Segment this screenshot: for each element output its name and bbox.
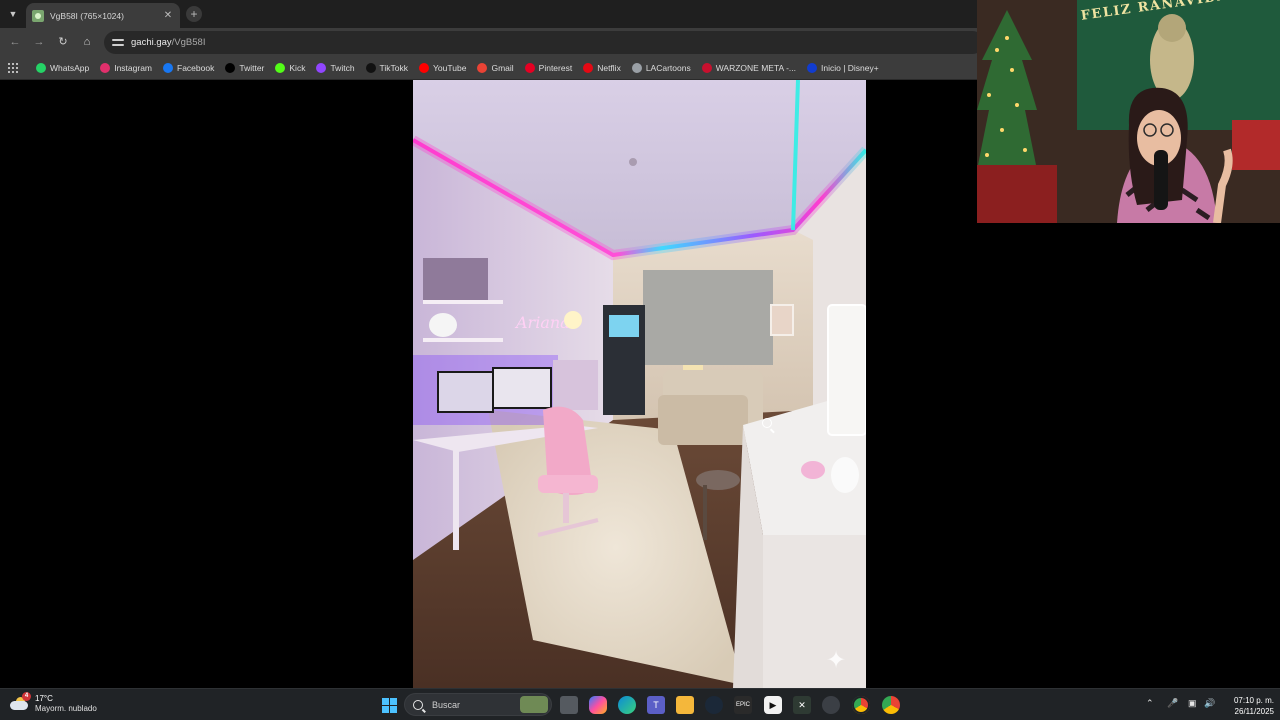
- teams-icon[interactable]: T: [647, 696, 665, 714]
- screen: ▼ VgB58I (765×1024) ✕ + ← → ↻ ⌂ gachi.ga…: [0, 0, 1280, 720]
- forward-icon[interactable]: →: [32, 35, 46, 49]
- bookmark-item[interactable]: Instagram: [100, 62, 153, 73]
- bookmark-label: WhatsApp: [50, 62, 90, 73]
- new-tab-button[interactable]: +: [186, 6, 202, 22]
- back-icon[interactable]: ←: [8, 35, 22, 49]
- copilot-icon[interactable]: [589, 696, 607, 714]
- bookmark-item[interactable]: Gmail: [477, 62, 514, 73]
- x-icon: [225, 62, 236, 73]
- sparkle-icon: ✦: [826, 647, 847, 674]
- tab-close-icon[interactable]: ✕: [162, 10, 174, 21]
- weather-badge: 4: [22, 692, 31, 701]
- bookmark-item[interactable]: Twitch: [316, 62, 355, 73]
- active-tab[interactable]: VgB58I (765×1024) ✕: [26, 3, 180, 28]
- bookmark-label: Pinterest: [538, 62, 573, 73]
- chrome-profile-icon[interactable]: [882, 696, 900, 714]
- apps-grid-icon[interactable]: [8, 62, 18, 73]
- url-domain: gachi.gay: [131, 37, 172, 48]
- task-view-icon[interactable]: [560, 696, 578, 714]
- webcam-image: [977, 0, 1280, 223]
- search-highlight-icon: [520, 696, 548, 713]
- epic-games-icon[interactable]: EPIC: [734, 696, 752, 714]
- search-placeholder: Buscar: [432, 699, 461, 710]
- twitch-icon: [316, 62, 327, 73]
- bookmark-item[interactable]: LACartoons: [631, 62, 691, 73]
- capcut-icon[interactable]: ▶: [764, 696, 782, 714]
- search-icon: [413, 699, 423, 710]
- netflix-icon: [583, 62, 594, 73]
- tray-chevron-icon[interactable]: ⌃: [1146, 698, 1154, 709]
- site-info-icon[interactable]: [112, 38, 124, 48]
- bookmark-item[interactable]: Kick: [275, 62, 306, 73]
- bookmark-label: Gmail: [491, 62, 514, 73]
- youtube-icon: [419, 62, 430, 73]
- tab-search-icon[interactable]: ▼: [4, 5, 22, 23]
- bookmark-label: Twitter: [239, 62, 265, 73]
- file-explorer-icon[interactable]: [676, 696, 694, 714]
- bookmark-item[interactable]: Inicio | Disney+: [807, 62, 879, 73]
- xbox-icon[interactable]: ✕: [793, 696, 811, 714]
- pinterest-icon: [524, 62, 535, 73]
- bookmark-label: LACartoons: [645, 62, 691, 73]
- weather-cloud-icon: 4: [10, 692, 31, 711]
- taskbar-search[interactable]: Buscar: [404, 693, 552, 716]
- bookmark-label: Twitch: [330, 62, 355, 73]
- weather-widget[interactable]: 4 17°C Mayorm. nublado: [10, 692, 97, 714]
- bookmark-item[interactable]: Netflix: [583, 62, 621, 73]
- system-clock[interactable]: 07:10 p. m. 26/11/2025: [1220, 695, 1274, 717]
- bookmark-label: TikTokk: [379, 62, 409, 73]
- tab-favicon-icon: [32, 9, 44, 22]
- steam-icon[interactable]: [705, 696, 723, 714]
- bookmark-label: WARZONE META -...: [715, 62, 796, 73]
- bookmark-label: Netflix: [597, 62, 621, 73]
- reload-icon[interactable]: ↻: [56, 35, 70, 49]
- home-icon[interactable]: ⌂: [80, 35, 94, 49]
- room-photo[interactable]: Ariana: [413, 80, 866, 688]
- bookmark-label: Facebook: [177, 62, 215, 73]
- bookmark-item[interactable]: WARZONE META -...: [701, 62, 796, 73]
- obs-icon[interactable]: [822, 696, 840, 714]
- bookmark-item[interactable]: TikTokk: [365, 62, 409, 73]
- kick-icon: [275, 62, 286, 73]
- bookmark-label: Instagram: [114, 62, 153, 73]
- svg-text:Ariana: Ariana: [514, 313, 570, 332]
- url-text: gachi.gay/VgB58I: [131, 37, 205, 48]
- bookmark-item[interactable]: YouTube: [419, 62, 467, 73]
- bookmark-item[interactable]: Facebook: [163, 62, 215, 73]
- instagram-icon: [100, 62, 111, 73]
- clock-date: 26/11/2025: [1234, 707, 1274, 716]
- facebook-icon: [163, 62, 174, 73]
- whatsapp-icon: [36, 62, 46, 73]
- bookmark-label: Inicio | Disney+: [821, 62, 879, 73]
- volume-icon[interactable]: 🔊: [1204, 698, 1215, 709]
- globe-icon: [631, 62, 642, 73]
- tiktok-icon: [365, 62, 376, 73]
- network-icon[interactable]: ▣: [1188, 698, 1197, 709]
- url-path: /VgB58I: [171, 37, 206, 48]
- bookmark-item[interactable]: Twitter: [225, 62, 265, 73]
- taskbar: 4 17°C Mayorm. nublado Buscar T EPIC ▶ ✕…: [0, 688, 1280, 720]
- bookmark-label: Kick: [289, 62, 306, 73]
- zoom-cursor-icon: [762, 418, 772, 428]
- bookmark-item[interactable]: Pinterest: [524, 62, 573, 73]
- clock-time: 07:10 p. m.: [1233, 696, 1274, 705]
- address-bar[interactable]: gachi.gay/VgB58I: [104, 31, 984, 54]
- tab-title: VgB58I (765×1024): [50, 10, 124, 21]
- microphone-icon[interactable]: 🎤: [1167, 698, 1178, 709]
- disney-icon: [807, 62, 817, 73]
- warzone-icon: [701, 62, 712, 73]
- room-photo-image: Ariana: [413, 80, 866, 688]
- bookmark-label: YouTube: [433, 62, 467, 73]
- weather-temp: 17°C: [35, 694, 53, 703]
- bookmark-item[interactable]: WhatsApp: [36, 62, 90, 73]
- start-icon[interactable]: [380, 696, 398, 714]
- edge-icon[interactable]: [618, 696, 636, 714]
- chrome-icon[interactable]: [852, 696, 870, 714]
- weather-desc: Mayorm. nublado: [35, 704, 97, 713]
- gmail-icon: [477, 62, 488, 73]
- webcam-overlay: FELIZ RANAVIDAD: [977, 0, 1280, 223]
